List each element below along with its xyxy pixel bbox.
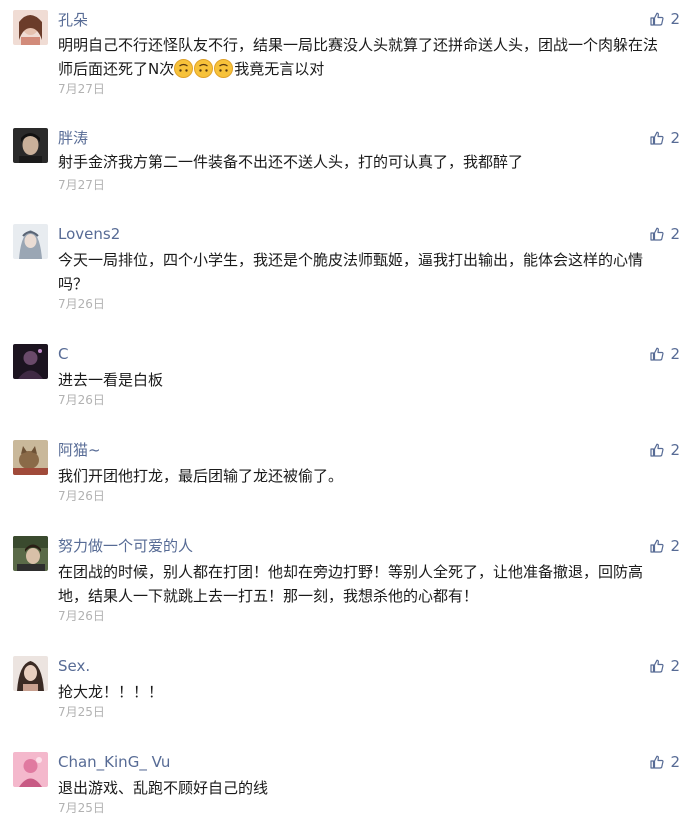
like-button[interactable]: 2: [650, 224, 680, 244]
comment-date: 7月25日: [58, 705, 105, 719]
comment-text: 进去一看是白板: [58, 371, 164, 389]
thumbs-up-icon: [650, 443, 665, 457]
comment-date: 7月26日: [58, 297, 105, 311]
avatar[interactable]: [13, 224, 48, 259]
comment-author[interactable]: 胖涛: [58, 128, 88, 148]
comment-text: 明明自己不行还怪队友不行，结果一局比赛没人头就算了还拼命送人头，团战一个肉躲在法…: [58, 33, 668, 81]
avatar[interactable]: [13, 656, 48, 691]
like-count: 2: [670, 441, 680, 459]
comment-date: 7月25日: [58, 801, 105, 815]
comment-date: 7月27日: [58, 82, 105, 96]
thumbs-up-icon: [650, 131, 665, 145]
comment-text-part: 我竟无言以对: [234, 60, 325, 78]
like-button[interactable]: 2: [650, 440, 680, 460]
thumbs-up-icon: [650, 227, 665, 241]
comment-author[interactable]: Lovens2: [58, 224, 120, 244]
like-count: 2: [670, 537, 680, 555]
comment-author[interactable]: 孔朵: [58, 10, 88, 30]
comment-text: 我们开团他打龙，最后团输了龙还被偷了。: [58, 467, 344, 485]
thumbs-up-icon: [650, 539, 665, 553]
comment-text: 今天一局排位，四个小学生，我还是个脆皮法师甄姬，逼我打出输出，能体会这样的心情吗…: [58, 251, 644, 293]
avatar[interactable]: [13, 536, 48, 571]
comment-date: 7月27日: [58, 178, 105, 192]
avatar[interactable]: [13, 128, 48, 163]
like-count: 2: [670, 129, 680, 147]
thumbs-up-icon: [650, 12, 665, 26]
comment-author[interactable]: Sex.: [58, 656, 90, 676]
comment-text-part: 明明自己不行还怪队友不行，结果一局比赛没人头就算了还拼命送人头，团战一个肉躲在法…: [58, 36, 659, 78]
thumbs-up-icon: [650, 659, 665, 673]
comment-text: 射手金济我方第二一件装备不出还不送人头，打的可认真了，我都醉了: [58, 153, 524, 171]
comment-author[interactable]: 阿猫~: [58, 440, 101, 460]
avatar[interactable]: [13, 752, 48, 787]
like-count: 2: [670, 345, 680, 363]
upside-down-face-emoji-icon: [174, 59, 194, 78]
comment-author[interactable]: 努力做一个可爱的人: [58, 536, 193, 556]
upside-down-face-emoji-icon: [214, 59, 234, 78]
comment-date: 7月26日: [58, 489, 105, 503]
avatar[interactable]: [13, 440, 48, 475]
like-button[interactable]: 2: [650, 752, 680, 772]
like-count: 2: [670, 657, 680, 675]
comment-date: 7月26日: [58, 393, 105, 407]
comment-date: 7月26日: [58, 609, 105, 623]
like-count: 2: [670, 10, 680, 28]
like-count: 2: [670, 225, 680, 243]
like-count: 2: [670, 753, 680, 771]
thumbs-up-icon: [650, 755, 665, 769]
comment-author[interactable]: Chan_KinG_ Vu: [58, 752, 170, 772]
avatar[interactable]: [13, 10, 48, 45]
avatar[interactable]: [13, 344, 48, 379]
comment-author[interactable]: C 󠀠: [58, 344, 73, 364]
thumbs-up-icon: [650, 347, 665, 361]
like-button[interactable]: 2: [650, 128, 680, 148]
like-button[interactable]: 2: [650, 536, 680, 556]
comment-text: 抢大龙！！！！: [58, 683, 164, 701]
like-button[interactable]: 2: [650, 344, 680, 364]
like-button[interactable]: 2: [650, 656, 680, 676]
comment-text: 退出游戏、乱跑不顾好自己的线: [58, 779, 269, 797]
upside-down-face-emoji-icon: [194, 59, 214, 78]
comment-text: 在团战的时候，别人都在打团！他却在旁边打野！等别人全死了，让他准备撤退，回防高地…: [58, 563, 644, 605]
like-button[interactable]: 2: [650, 9, 680, 29]
